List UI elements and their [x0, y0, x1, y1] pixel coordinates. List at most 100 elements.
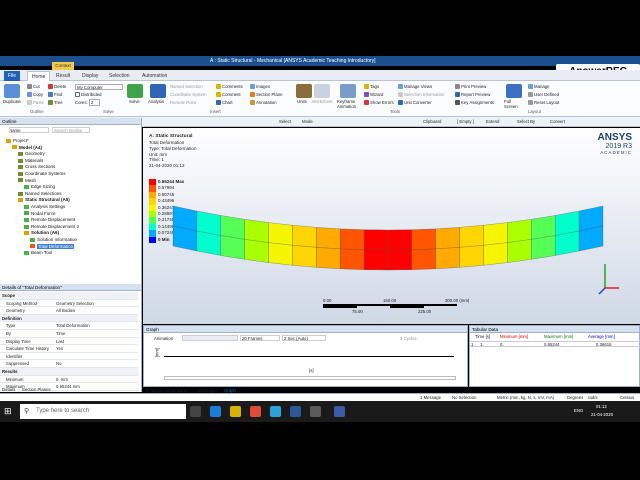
graph-scrollbar[interactable]: [164, 376, 456, 380]
section-plane-button[interactable]: Section Plane: [250, 92, 283, 98]
chrome-icon[interactable]: [250, 406, 261, 417]
duration-select[interactable]: 2 Sec (Auto): [282, 335, 326, 341]
tree-item[interactable]: Solution (A6): [24, 230, 59, 235]
temperature-units-status[interactable]: Celsius: [620, 395, 634, 400]
frames-select[interactable]: 20 Frames: [240, 335, 280, 341]
wizard-button[interactable]: Wizard: [364, 92, 383, 98]
details-row[interactable]: Scoping Method Geometry Selection: [0, 300, 138, 308]
task-view-icon[interactable]: [190, 406, 201, 417]
details-row[interactable]: Identifier: [0, 353, 138, 361]
messages-status[interactable]: 1 Message: [420, 395, 441, 400]
tree-item[interactable]: Static Structural (A5): [18, 197, 70, 202]
reset-layout-button[interactable]: Reset Layout: [528, 100, 559, 106]
units-status[interactable]: Metric (mm, kg, N, s, mV, mA): [497, 395, 554, 400]
media-icon[interactable]: [270, 406, 281, 417]
tree-item[interactable]: Coordinate Systems: [18, 171, 66, 176]
cores-field[interactable]: Cores: 2: [75, 99, 101, 106]
file-explorer-icon[interactable]: [230, 406, 241, 417]
selection-information-button[interactable]: Selection Information: [398, 92, 444, 98]
details-row[interactable]: Minimum 0. mm: [0, 376, 138, 384]
details-row[interactable]: Maximum 0.65244 mm: [0, 383, 138, 391]
tree-item[interactable]: Beam Tool: [24, 250, 52, 255]
remote-point-button[interactable]: Remote Point: [170, 100, 196, 105]
windows-start-icon[interactable]: ⊞: [4, 406, 14, 416]
tree-item[interactable]: Edge Sizing: [24, 184, 55, 189]
clock-time[interactable]: 01:12: [596, 404, 607, 409]
tab-automation[interactable]: Automation: [138, 71, 171, 81]
tags-button[interactable]: Tags: [364, 84, 379, 90]
comments-button[interactable]: Comments: [216, 84, 243, 90]
worksheet-button[interactable]: Worksheet: [312, 99, 332, 104]
convert-button[interactable]: Convert: [550, 119, 565, 124]
app-icon[interactable]: [310, 406, 321, 417]
table-row[interactable]: 1 1. 0. 0.65244 0.36615: [470, 341, 640, 347]
manage-button[interactable]: Manage: [528, 84, 550, 90]
tree-item[interactable]: Solution Information: [30, 237, 77, 242]
clock-date[interactable]: 21-04-2020: [591, 412, 613, 417]
details-row[interactable]: Scope: [0, 292, 138, 300]
speed-units-status[interactable]: rad/s: [588, 395, 598, 400]
tree-item[interactable]: Analysis Settings: [24, 204, 65, 209]
name-filter-select[interactable]: [9, 127, 49, 133]
cycles-select[interactable]: 3 Cycles: [400, 336, 416, 341]
details-row[interactable]: Definition: [0, 314, 138, 323]
details-row[interactable]: Type Total Deformation: [0, 322, 138, 330]
duplicate-icon[interactable]: [4, 84, 20, 98]
manage-views-button[interactable]: Manage Views: [398, 84, 432, 90]
units-button[interactable]: Units: [297, 99, 307, 104]
tree-item[interactable]: Remote Displacement: [24, 217, 75, 222]
angle-units-status[interactable]: Degrees: [567, 395, 583, 400]
tree-item[interactable]: Mesh: [18, 178, 36, 183]
tab-file[interactable]: File: [4, 71, 21, 81]
select-button[interactable]: Select: [279, 119, 291, 124]
worksheet-icon[interactable]: [314, 84, 330, 98]
tree-item[interactable]: Project*: [6, 138, 29, 143]
units-icon[interactable]: [296, 84, 312, 98]
taskbar-search-input[interactable]: Type here to search: [20, 404, 186, 419]
report-preview-button[interactable]: Report Preview: [455, 92, 490, 98]
col-average[interactable]: Average [mm]: [588, 334, 615, 339]
tree-item[interactable]: Materials: [18, 158, 43, 163]
tree-button[interactable]: Tree: [48, 100, 63, 106]
annotation-button[interactable]: Annotation: [250, 100, 277, 106]
solve-button[interactable]: Solve: [129, 99, 140, 104]
details-row[interactable]: Calculate Time History Yes: [0, 345, 138, 353]
language-indicator[interactable]: ENG: [574, 408, 583, 413]
word-icon[interactable]: [290, 406, 301, 417]
tab-selection[interactable]: Selection: [105, 71, 134, 81]
solve-target-select[interactable]: My Computer: [75, 84, 123, 90]
col-maximum[interactable]: Maximum [mm]: [544, 334, 573, 339]
clipboard-button[interactable]: Clipboard: [423, 119, 441, 124]
tree-item[interactable]: Named Selections: [18, 191, 62, 196]
tree-item[interactable]: Geometry: [18, 151, 45, 156]
key-assignments-button[interactable]: Key Assignments: [455, 100, 494, 106]
comment-button[interactable]: Comment: [216, 92, 241, 98]
chart-button[interactable]: Chart: [216, 100, 233, 106]
outline-search-input[interactable]: Search Outline: [52, 127, 90, 133]
paste-button[interactable]: Paste: [27, 100, 44, 106]
unit-converter-button[interactable]: Unit Converter: [398, 100, 432, 106]
distributed-checkbox[interactable]: Distributed: [75, 92, 102, 98]
tab-display[interactable]: Display: [78, 71, 102, 81]
col-time[interactable]: Time [s]: [475, 334, 495, 339]
show-errors-button[interactable]: Show Errors: [364, 100, 394, 106]
full-screen-icon[interactable]: [506, 84, 522, 98]
section-planes-tab[interactable]: Section Planes: [22, 387, 51, 392]
analysis-button[interactable]: Analysis: [148, 99, 164, 104]
graphics-viewport[interactable]: A: Static Structural Total Deformation Ty…: [143, 128, 640, 324]
print-preview-button[interactable]: Print Preview: [455, 84, 486, 90]
tree-item[interactable]: Total Deformation: [30, 243, 75, 249]
find-button[interactable]: Find: [48, 92, 62, 98]
mode-button[interactable]: Mode: [302, 119, 313, 124]
keyframe-animation-button[interactable]: Keyframe Animation: [337, 99, 362, 109]
full-screen-button[interactable]: Full Screen: [504, 99, 522, 109]
images-button[interactable]: Images: [250, 84, 270, 90]
tree-item[interactable]: Remote Displacement 2: [24, 224, 79, 229]
context-tab[interactable]: Context: [52, 62, 74, 70]
coordinate-system-button[interactable]: Coordinate System: [170, 92, 207, 97]
details-row[interactable]: By Time: [0, 330, 138, 338]
select-by-button[interactable]: Select By: [517, 119, 535, 124]
tab-result[interactable]: Result: [52, 71, 74, 81]
details-tab[interactable]: Details: [2, 387, 15, 392]
extend-button[interactable]: Extend: [486, 119, 499, 124]
